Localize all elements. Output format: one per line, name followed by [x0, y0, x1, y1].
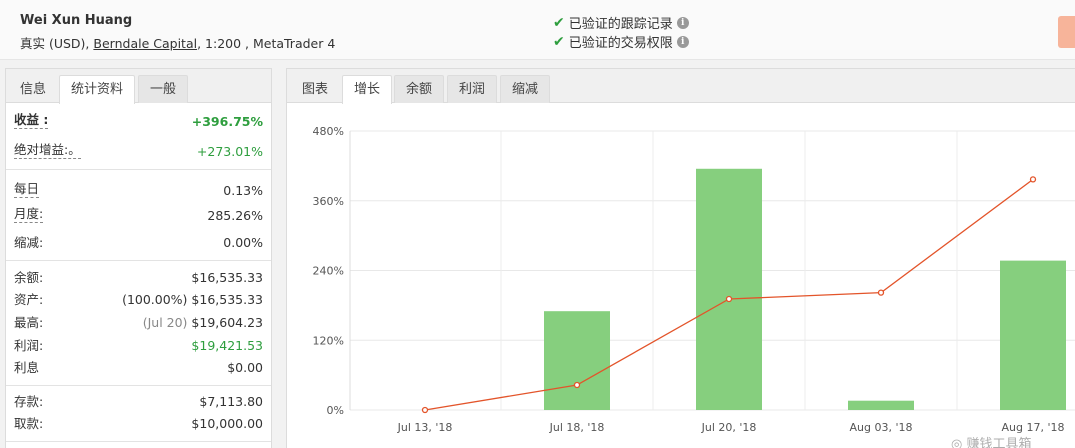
y-tick-label: 0%: [327, 404, 344, 417]
stat-withdrawals: 取款: $10,000.00: [14, 413, 263, 435]
stat-value-main: $16,535.33: [191, 292, 263, 307]
stat-value: +396.75%: [191, 114, 263, 129]
verified-track-record: ✔ 已验证的跟踪记录 i: [553, 13, 689, 32]
tab-profit[interactable]: 利润: [447, 75, 498, 103]
chart-tabs: 图表 增长 余额 利润 缩减: [287, 69, 1075, 104]
divider: [6, 260, 271, 261]
growth-bar: [544, 311, 610, 410]
y-tick-label: 240%: [313, 265, 344, 278]
watermark: ◎ 赚钱工具箱: [951, 436, 1031, 448]
stat-value: $19,421.53: [191, 338, 263, 353]
growth-point: [573, 381, 581, 389]
stat-profit: 利润: $19,421.53: [14, 335, 263, 357]
stat-label: 收益 :: [14, 112, 49, 129]
tab-statistics[interactable]: 统计资料: [59, 75, 136, 104]
stat-value: (100.00%) $16,535.33: [122, 289, 263, 311]
stat-value: +273.01%: [196, 144, 263, 159]
divider: [6, 441, 271, 442]
stat-equity: 资产: (100.00%) $16,535.33: [14, 289, 263, 311]
stat-value: 0.13%: [223, 183, 263, 198]
stat-label: 利润:: [14, 338, 44, 353]
tab-charts[interactable]: 图表: [290, 75, 340, 103]
stat-value: $0.00: [227, 360, 263, 375]
growth-point: [877, 289, 885, 296]
stats-tabs: 信息 统计资料 一般: [6, 69, 271, 104]
growth-bar: [696, 168, 762, 410]
stat-value-prefix: (100.00%): [122, 292, 188, 307]
x-tick-label: Jul 13, '18: [397, 421, 453, 434]
tab-balance[interactable]: 余额: [394, 75, 445, 103]
chart-panel: 图表 增长 余额 利润 缩减 0% 120% 240% 360% 480% Jul 13,…: [286, 68, 1075, 448]
tab-info[interactable]: 信息: [8, 75, 58, 103]
stat-balance: 余额: $16,535.33: [14, 267, 263, 289]
stat-absolute-gain: 绝对增益:。 +273.01%: [14, 141, 263, 163]
growth-chart: 0% 120% 240% 360% 480% Jul 13, '18 Jul 18, '18…: [313, 125, 1075, 448]
stat-label: 资产:: [14, 292, 44, 307]
stat-value: $16,535.33: [191, 270, 263, 285]
account-type: 真实 (USD),: [20, 36, 90, 51]
growth-point: [1029, 176, 1037, 183]
stat-label: 每日: [14, 181, 40, 198]
stat-value: (Jul 20) $19,604.23: [143, 312, 263, 334]
stat-highest: 最高: (Jul 20) $19,604.23: [14, 312, 263, 334]
stat-value: 0.00%: [223, 235, 263, 250]
stat-value: $7,113.80: [199, 394, 263, 409]
check-icon: ✔: [553, 33, 565, 50]
account-info: 真实 (USD), Berndale Capital, 1:200 , Meta…: [20, 33, 335, 52]
stat-interest: 利息 $0.00: [14, 357, 263, 379]
stat-daily: 每日 0.13%: [14, 180, 263, 202]
y-tick-label: 360%: [313, 195, 344, 208]
growth-bar: [1000, 260, 1066, 410]
tab-general[interactable]: 一般: [138, 75, 189, 103]
tab-drawdown[interactable]: 缩减: [500, 75, 551, 103]
divider: [6, 169, 271, 170]
account-name: Wei Xun Huang: [20, 13, 133, 28]
info-icon[interactable]: i: [676, 35, 689, 48]
growth-point: [421, 406, 429, 414]
account-header: Wei Xun Huang 真实 (USD), Berndale Capital…: [0, 0, 1075, 60]
stat-monthly: 月度: 285.26%: [14, 205, 263, 227]
verified-trading-privileges-label: 已验证的交易权限: [568, 36, 673, 51]
stat-value-prefix: (Jul 20): [142, 315, 188, 330]
stat-deposits: 存款: $7,113.80: [14, 391, 263, 413]
stat-label: 月度:: [14, 206, 44, 223]
stat-label: 利息: [14, 360, 40, 375]
stat-value: 285.26%: [207, 208, 263, 223]
growth-point: [725, 295, 733, 303]
stat-gain: 收益 : +396.75%: [14, 111, 263, 133]
account-details: , 1:200 , MetaTrader 4: [197, 36, 336, 51]
x-tick-label: Jul 18, '18: [549, 421, 605, 434]
stat-drawdown: 缩减: 0.00%: [14, 232, 263, 254]
stat-value: $10,000.00: [191, 416, 263, 431]
broker-link[interactable]: Berndale Capital: [93, 36, 197, 51]
info-icon[interactable]: i: [676, 16, 689, 29]
verified-track-record-label: 已验证的跟踪记录: [568, 17, 673, 32]
stat-label: 最高:: [14, 315, 44, 330]
stat-label: 取款:: [14, 416, 44, 431]
stat-label: 缩减:: [14, 235, 44, 250]
y-tick-label: 120%: [313, 334, 344, 347]
stats-panel: 信息 统计资料 一般 收益 : +396.75% 绝对增益:。 +273.01%…: [5, 68, 272, 448]
divider: [6, 385, 271, 386]
check-icon: ✔: [553, 14, 565, 31]
x-tick-label: Aug 17, '18: [1002, 421, 1065, 434]
x-tick-label: Aug 03, '18: [850, 421, 913, 434]
stat-value-main: $19,604.23: [191, 315, 263, 330]
growth-bar: [848, 400, 914, 410]
stat-label: 绝对增益:。: [14, 142, 81, 159]
x-tick-label: Jul 20, '18: [701, 421, 757, 434]
verified-trading-privileges: ✔ 已验证的交易权限 i: [553, 32, 689, 51]
stat-label: 存款:: [14, 394, 44, 409]
tab-growth[interactable]: 增长: [342, 75, 393, 104]
y-tick-label: 480%: [313, 125, 344, 138]
action-button[interactable]: [1058, 16, 1075, 48]
stat-label: 余额:: [14, 270, 44, 285]
